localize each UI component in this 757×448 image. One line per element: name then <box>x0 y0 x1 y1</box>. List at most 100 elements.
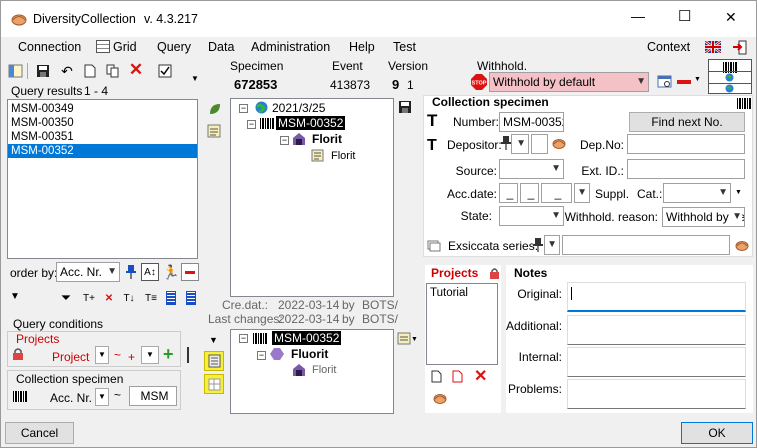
menu-connection[interactable]: Connection <box>18 40 81 54</box>
tree-view-bottom[interactable]: − MSM-00352 − Fluorit Florit <box>230 329 394 414</box>
tree-collapse-icon[interactable]: − <box>257 351 266 360</box>
link-icon[interactable] <box>734 238 750 252</box>
tree-part-node[interactable]: Florit <box>312 132 342 146</box>
tree-subpart-node[interactable]: Florit <box>331 150 355 162</box>
exsiccata-input[interactable] <box>562 235 730 255</box>
depositor-input[interactable] <box>531 134 548 154</box>
filter-add-icon[interactable]: T+ <box>80 289 98 307</box>
order-by-select[interactable]: Acc. Nr. ▼ <box>56 262 120 282</box>
label-icon[interactable] <box>207 124 221 138</box>
tree-subpart-node[interactable]: Florit <box>312 364 336 376</box>
source-select[interactable]: ▼ <box>499 159 564 179</box>
acc-day-input[interactable]: _ <box>499 183 518 203</box>
pin-icon[interactable] <box>533 237 543 253</box>
tree-specimen-node[interactable]: MSM-00352 <box>272 331 342 345</box>
chevron-down-icon[interactable]: ▼ <box>411 336 418 343</box>
menu-help[interactable]: Help <box>349 40 375 54</box>
tree-event-date[interactable]: 2021/3/25 <box>272 101 325 115</box>
dep-no-input[interactable] <box>627 134 745 154</box>
find-next-button[interactable]: Find next No. <box>629 112 745 132</box>
number-input[interactable]: MSM-00352 <box>499 112 564 132</box>
ok-button[interactable]: OK <box>681 422 753 444</box>
menu-test[interactable]: Test <box>393 40 416 54</box>
uk-flag-icon[interactable] <box>705 41 721 53</box>
grid-toggle-button[interactable] <box>204 374 224 394</box>
filter-icon[interactable]: ⏷ <box>57 289 75 307</box>
tree-collapse-icon[interactable]: − <box>239 104 248 113</box>
acc-year-input[interactable]: _ <box>541 183 572 203</box>
projects-list[interactable]: Tutorial <box>426 283 498 365</box>
leaf-icon[interactable] <box>208 102 222 116</box>
additional-textarea[interactable] <box>567 315 746 345</box>
copy-icon[interactable] <box>104 62 122 80</box>
delete-icon[interactable]: ✕ <box>127 60 145 79</box>
chevron-down-icon[interactable]: ▼ <box>141 346 159 364</box>
menu-query[interactable]: Query <box>157 40 191 54</box>
new-document-icon[interactable] <box>431 370 442 383</box>
acc-month-input[interactable]: _ <box>520 183 539 203</box>
list-up-icon[interactable] <box>162 289 180 307</box>
tree-specimen-node[interactable]: MSM-00352 <box>276 116 346 130</box>
query-results-list[interactable]: MSM-00349 MSM-00350 MSM-00351 MSM-00352 <box>7 99 198 259</box>
menu-context[interactable]: Context <box>647 40 690 54</box>
tree-view-top[interactable]: − 2021/3/25 − MSM-00352 − Florit Florit <box>230 98 394 297</box>
problems-textarea[interactable] <box>567 379 746 409</box>
pin-icon[interactable] <box>122 263 140 281</box>
tree-collapse-icon[interactable]: − <box>239 334 248 343</box>
close-button[interactable]: ✕ <box>725 9 737 26</box>
save-icon[interactable] <box>34 62 52 80</box>
state-select[interactable]: ▼ <box>499 206 564 226</box>
collapse-arrow-icon[interactable]: ▼ <box>10 291 20 302</box>
internal-textarea[interactable] <box>567 347 746 377</box>
collapse-arrow-icon[interactable]: ▼ <box>209 335 218 345</box>
depositor-select[interactable]: ▼ <box>511 134 529 154</box>
list-item[interactable]: Tutorial <box>427 284 497 299</box>
cat-select[interactable]: ▼ <box>663 183 731 203</box>
chevron-down-icon[interactable]: ▼ <box>735 189 742 196</box>
list-item[interactable]: MSM-00350 <box>8 116 197 130</box>
remove-icon[interactable] <box>181 263 199 281</box>
cancel-button[interactable]: Cancel <box>5 422 74 444</box>
withhold-reason-select[interactable]: Withhold by de ▼ <box>662 207 745 227</box>
new-document-icon[interactable] <box>81 62 99 80</box>
label-print-icon[interactable] <box>397 332 411 345</box>
query-toggle-icon[interactable] <box>7 62 25 80</box>
sort-az-icon[interactable]: A↕ <box>141 263 159 281</box>
tree-collapse-icon[interactable]: − <box>247 120 256 129</box>
check-icon[interactable] <box>156 62 174 80</box>
run-query-icon[interactable]: 🏃 <box>162 263 180 281</box>
filter-remove-icon[interactable]: ✕ <box>100 289 118 307</box>
save-icon[interactable] <box>398 100 412 114</box>
original-textarea[interactable] <box>567 282 746 312</box>
list-down-icon[interactable] <box>182 289 200 307</box>
maximize-button[interactable]: ☐ <box>678 7 691 25</box>
acc-nr-operator[interactable]: ~ <box>114 388 121 402</box>
undo-icon[interactable]: ↶ <box>58 62 76 80</box>
delete-icon[interactable]: ✕ <box>474 366 487 386</box>
ext-id-input[interactable] <box>627 159 745 179</box>
red-line-icon[interactable] <box>677 80 691 84</box>
project-operator[interactable]: ~ <box>114 348 121 362</box>
preview-icon[interactable] <box>656 73 674 91</box>
exsiccata-select[interactable]: ▼ <box>544 235 560 255</box>
link-icon[interactable] <box>551 136 567 150</box>
splitter-handle[interactable] <box>187 347 189 363</box>
tree-part-node[interactable]: Fluorit <box>291 347 328 361</box>
exit-icon[interactable] <box>732 40 748 55</box>
link-icon[interactable] <box>432 391 448 405</box>
menu-data[interactable]: Data <box>208 40 234 54</box>
menu-administration[interactable]: Administration <box>251 40 330 54</box>
label-toggle-button[interactable] <box>204 351 224 371</box>
filter-down-icon[interactable]: T↓ <box>120 289 138 307</box>
menu-grid[interactable]: Grid <box>113 40 137 54</box>
acc-nr-input[interactable]: MSM <box>129 386 177 406</box>
chevron-down-icon[interactable]: ▼ <box>95 388 109 406</box>
chevron-down-icon[interactable]: ▼ <box>95 346 109 364</box>
tree-collapse-icon[interactable]: − <box>280 136 289 145</box>
add-icon[interactable]: + <box>163 344 174 365</box>
withhold-select[interactable]: Withhold by default ▼ <box>489 72 649 92</box>
acc-date-select[interactable]: ▼ <box>574 183 590 203</box>
new-red-document-icon[interactable] <box>452 370 463 383</box>
pin-icon[interactable] <box>501 135 511 151</box>
list-item-selected[interactable]: MSM-00352 <box>8 144 197 158</box>
